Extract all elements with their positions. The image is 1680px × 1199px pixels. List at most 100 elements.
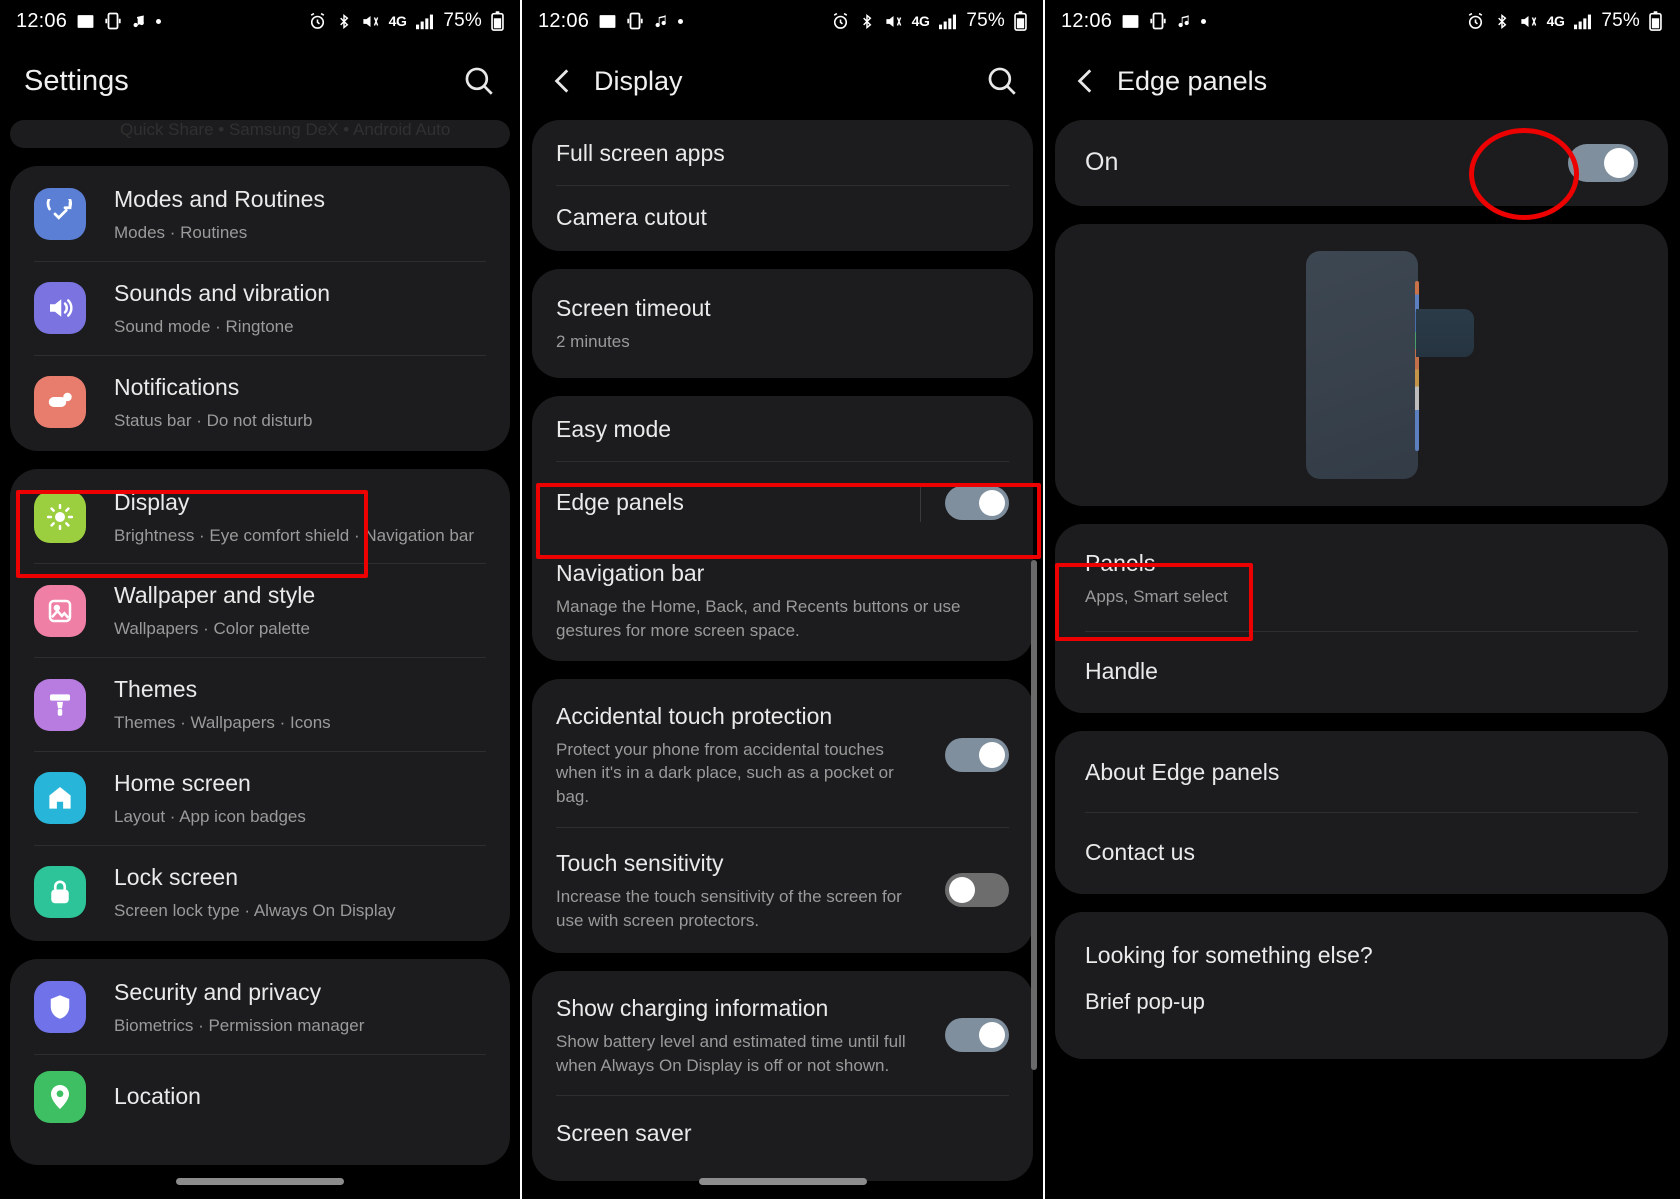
row-label: Touch sensitivity <box>556 850 724 877</box>
display-item-screen-timeout[interactable]: Screen timeout 2 minutes <box>532 271 1033 376</box>
settings-item-label: Wallpaper and style <box>114 582 316 609</box>
search-icon[interactable] <box>462 64 496 98</box>
accidental-touch-protection-toggle[interactable] <box>945 737 1009 772</box>
display-item-touch-sensitivity[interactable]: Touch sensitivity Increase the touch sen… <box>532 828 1033 951</box>
edge-panels-footer-card: Looking for something else? Brief pop-up <box>1055 911 1668 1059</box>
notifications-icon <box>34 376 86 429</box>
settings-item-notifications[interactable]: Notifications Status bar · Do not distur… <box>10 356 510 449</box>
footer-heading: Looking for something else? <box>1085 941 1373 968</box>
status-bar-1: 12:06 4G 75% <box>0 0 520 42</box>
network-4g-icon: 4G <box>388 13 407 29</box>
battery-percent: 75% <box>966 10 1005 31</box>
edge-panels-master-toggle[interactable] <box>1568 144 1638 182</box>
row-sublabel: Protect your phone from accidental touch… <box>556 739 894 807</box>
row-sublabel: Show battery level and estimated time un… <box>556 1031 906 1075</box>
row-sublabel: Increase the touch sensitivity of the sc… <box>556 887 902 930</box>
edge-panels-item-panels[interactable]: Panels Apps, Smart select <box>1055 526 1668 631</box>
battery-icon <box>491 11 504 31</box>
display-icon <box>34 490 86 543</box>
display-group-4: Show charging information Show battery l… <box>532 970 1033 1182</box>
search-icon[interactable] <box>985 64 1019 98</box>
alarm-icon <box>308 12 327 31</box>
display-item-easy-mode[interactable]: Easy mode <box>532 398 1033 461</box>
photo-icon <box>1121 12 1140 31</box>
network-4g-icon: 4G <box>1546 13 1565 29</box>
bluetooth-icon <box>859 12 875 31</box>
display-scroll-area[interactable]: Full screen apps Camera cutout Screen ti… <box>522 120 1043 1199</box>
modes-routines-icon <box>34 188 86 241</box>
edge-panels-toggle[interactable] <box>945 485 1009 520</box>
settings-item-lock-screen[interactable]: Lock screen Screen lock type · Always On… <box>10 846 510 939</box>
settings-scroll-area[interactable]: Quick Share • Samsung DeX • Android Auto… <box>0 120 520 1199</box>
row-sublabel: 2 minutes <box>556 332 630 352</box>
show-charging-information-toggle[interactable] <box>945 1018 1009 1053</box>
row-label: Contact us <box>1085 838 1195 865</box>
chevron-left-icon[interactable] <box>1069 64 1103 98</box>
settings-group-2: Security and privacy Biometrics · Permis… <box>10 958 510 1165</box>
photo-icon <box>76 12 95 31</box>
edge-panels-item-handle[interactable]: Handle <box>1055 632 1668 711</box>
screen-display: 12:06 4G 75% Display Full screen apps Ca… <box>520 0 1043 1199</box>
settings-item-sublabel: Wallpapers · Color palette <box>114 619 310 639</box>
battery-icon <box>1649 11 1662 31</box>
status-time: 12:06 <box>16 9 68 32</box>
status-bar-2: 12:06 4G 75% <box>522 0 1043 42</box>
settings-item-security-and-privacy[interactable]: Security and privacy Biometrics · Permis… <box>10 961 510 1054</box>
row-label: Panels <box>1085 550 1156 576</box>
master-toggle-label: On <box>1085 148 1119 177</box>
toggle-separator <box>920 483 921 522</box>
display-item-screen-saver[interactable]: Screen saver <box>532 1096 1033 1179</box>
settings-item-home-screen[interactable]: Home screen Layout · App icon badges <box>10 752 510 845</box>
settings-group-partial: Quick Share • Samsung DeX • Android Auto <box>10 120 510 148</box>
home-indicator <box>522 1178 1043 1185</box>
home-screen-icon <box>34 772 86 825</box>
settings-item-sublabel: Modes · Routines <box>114 223 248 243</box>
settings-item-modes-and-routines[interactable]: Modes and Routines Modes · Routines <box>10 168 510 261</box>
mute-icon <box>884 12 903 31</box>
screen-record-icon <box>1149 12 1167 30</box>
music-note-icon <box>1176 12 1192 30</box>
vertical-scrollbar[interactable] <box>1031 560 1037 1070</box>
settings-item-sounds-and-vibration[interactable]: Sounds and vibration Sound mode · Ringto… <box>10 262 510 355</box>
row-label: Edge panels <box>556 489 684 516</box>
display-group-0: Full screen apps Camera cutout <box>532 120 1033 252</box>
edge-panels-scroll-area[interactable]: On Panels Apps, Smart select Handle Abou… <box>1045 120 1678 1199</box>
settings-item-label: Display <box>114 488 190 515</box>
display-item-navigation-bar[interactable]: Navigation bar Manage the Home, Back, an… <box>532 544 1033 659</box>
preview-phone-mock <box>1305 251 1474 479</box>
edge-panels-group-1: About Edge panels Contact us <box>1055 730 1668 894</box>
alarm-icon <box>831 12 850 31</box>
settings-item-label: Location <box>114 1083 201 1110</box>
preview-edge-strip <box>1414 281 1419 451</box>
edge-panels-master-row[interactable]: On <box>1055 122 1668 204</box>
edge-panels-item-contact-us[interactable]: Contact us <box>1055 813 1668 892</box>
touch-sensitivity-toggle[interactable] <box>945 873 1009 908</box>
settings-item-label: Home screen <box>114 770 251 797</box>
three-screenshot-strip: 12:06 4G 75% Settings Quick Share • Sams… <box>0 0 1680 1199</box>
network-4g-icon: 4G <box>911 13 930 29</box>
status-time: 12:06 <box>538 9 590 32</box>
settings-item-label: Modes and Routines <box>114 186 325 212</box>
screen-record-icon <box>626 12 644 30</box>
settings-item-wallpaper-and-style[interactable]: Wallpaper and style Wallpapers · Color p… <box>10 564 510 657</box>
row-label: Navigation bar <box>556 559 705 586</box>
row-label: Easy mode <box>556 415 672 442</box>
edge-panels-item-about[interactable]: About Edge panels <box>1055 733 1668 812</box>
row-label: Screen saver <box>556 1120 692 1147</box>
display-item-camera-cutout[interactable]: Camera cutout <box>532 186 1033 249</box>
settings-item-display[interactable]: Display Brightness · Eye comfort shield … <box>10 471 510 564</box>
row-sublabel: Apps, Smart select <box>1085 587 1228 607</box>
chevron-left-icon[interactable] <box>546 64 580 98</box>
settings-item-themes[interactable]: Themes Themes · Wallpapers · Icons <box>10 658 510 751</box>
display-item-show-charging-information[interactable]: Show charging information Show battery l… <box>532 973 1033 1096</box>
row-label: Handle <box>1085 657 1158 684</box>
display-item-full-screen-apps[interactable]: Full screen apps <box>532 122 1033 185</box>
edge-panels-footer-link[interactable]: Brief pop-up <box>1055 977 1668 1039</box>
settings-item-label: Sounds and vibration <box>114 279 331 306</box>
row-sublabel: Manage the Home, Back, and Recents butto… <box>556 597 961 640</box>
settings-item-location[interactable]: Location <box>10 1055 510 1163</box>
display-item-edge-panels[interactable]: Edge panels <box>532 462 1033 544</box>
status-time: 12:06 <box>1061 9 1113 32</box>
display-item-accidental-touch-protection[interactable]: Accidental touch protection Protect your… <box>532 681 1033 827</box>
row-label: Brief pop-up <box>1085 988 1205 1014</box>
